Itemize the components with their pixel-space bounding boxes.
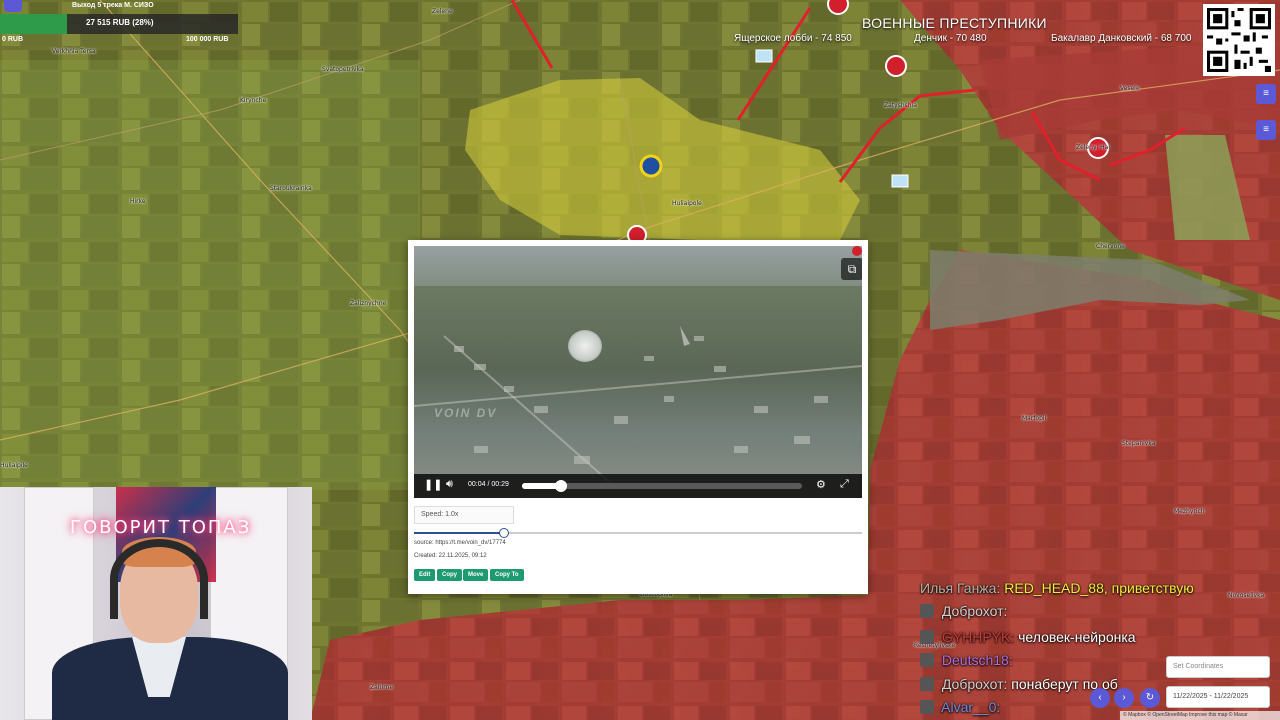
back-icon[interactable]: ‹: [1090, 688, 1110, 708]
place-label: Hirke: [130, 198, 146, 205]
neon-sign: ГОВОРИТ ТОПАЗ: [70, 517, 252, 538]
speed-slider-track: [414, 532, 504, 534]
forward-icon[interactable]: ›: [1114, 688, 1134, 708]
video-popup: VOIN DV ⧉ ❚❚ 🔊︎ 00:04 / 00:29 ⚙ ⤢ Speed:…: [408, 240, 868, 594]
goal-progress-fill: [0, 14, 67, 34]
speed-label: Speed: 1.0x: [414, 506, 514, 524]
streamer-webcam: ГОВОРИТ ТОПАЗ: [0, 487, 312, 720]
place-label: Zaliznychne: [350, 300, 387, 307]
shame-entry: Денчик - 70 480: [914, 33, 987, 44]
envelope-icon[interactable]: [755, 49, 773, 63]
seek-knob[interactable]: [554, 480, 567, 492]
place-label: Huliaipile: [0, 462, 28, 469]
envelope-icon[interactable]: [891, 174, 909, 188]
video-time: 00:04 / 00:29: [468, 481, 509, 488]
chat-username: GYHHPYK:: [941, 629, 1015, 645]
video-watermark: VOIN DV: [434, 406, 498, 420]
place-label: Zatyshshia: [884, 102, 917, 109]
avatar: [920, 604, 934, 618]
coordinates-input[interactable]: Set Coordinates: [1166, 656, 1270, 678]
avatar: [920, 653, 934, 667]
ukraine-unit-marker[interactable]: [639, 154, 663, 178]
place-label: Huliaipole: [672, 200, 702, 207]
place-label: Mezhyrich: [1174, 508, 1205, 515]
place-label: Chervone: [1096, 243, 1125, 250]
layers-button[interactable]: ≡: [1256, 84, 1276, 104]
goal-max: 100 000 RUB: [186, 36, 229, 43]
headphones: [110, 539, 208, 619]
avatar: [920, 677, 934, 691]
chat-message: Alvar__0:: [920, 699, 1000, 715]
qr-code-pattern: [1207, 8, 1271, 72]
map-attribution[interactable]: © Mapbox © OpenStreetMap Improve this ma…: [1120, 711, 1280, 720]
place-label: Kirynche: [240, 97, 267, 104]
chat-text: человек-нейронка: [1018, 629, 1136, 645]
chat-username: Deutsch18:: [941, 652, 1013, 668]
goal-amount: 27 515 RUB (28%): [86, 18, 154, 27]
edit-button[interactable]: Edit: [414, 569, 436, 581]
move-button[interactable]: Move: [463, 569, 489, 581]
video-houses: [414, 326, 862, 487]
chat-message: Илья Ганжа: RED_HEAD_88, приветствую: [920, 580, 1194, 596]
explosion-smoke: [568, 330, 602, 362]
chat-message: Доброхот: понаберут по об: [920, 676, 1118, 692]
volume-icon[interactable]: 🔊︎: [446, 478, 453, 491]
place-label: Zelenyi Hai: [1076, 144, 1110, 151]
gear-icon[interactable]: ⚙: [816, 478, 826, 491]
video-created: Created: 22.11.2025, 09:12: [414, 553, 487, 559]
menu-button[interactable]: ≡: [1256, 120, 1276, 140]
goal-badge: [4, 0, 22, 12]
place-label: Marfopil: [1022, 415, 1047, 422]
shame-entry: Бакалавр Данковский - 68 700: [1051, 33, 1192, 44]
shame-entry: Ящерское лобби - 74 850: [734, 33, 852, 44]
goal-title: Выход 5 трека М. СИЗО: [72, 2, 154, 9]
avatar: [920, 630, 934, 644]
chat-username: Илья Ганжа:: [920, 580, 1001, 596]
pause-icon[interactable]: ❚❚: [424, 478, 442, 491]
place-label: Staroukrainka: [270, 185, 312, 192]
flag-marker[interactable]: [885, 55, 907, 77]
place-label: Vesele: [1120, 85, 1140, 92]
fullscreen-icon[interactable]: ⤢: [840, 478, 849, 491]
chat-text: RED_HEAD_88, приветствую: [1004, 580, 1194, 596]
video-controls: ❚❚ 🔊︎ 00:04 / 00:29 ⚙ ⤢: [414, 474, 862, 498]
date-range-picker[interactable]: 11/22/2025 - 11/22/2025: [1166, 686, 1270, 708]
shame-board-title: ВОЕННЫЕ ПРЕСТУПНИКИ: [862, 15, 1047, 31]
chat-username: Alvar__0:: [941, 699, 1001, 715]
place-label: Zelene: [432, 8, 453, 15]
marker-top[interactable]: [827, 0, 849, 15]
avatar: [920, 700, 934, 714]
chat-username: Доброхот:: [941, 676, 1008, 692]
speed-slider[interactable]: [414, 528, 862, 538]
place-label: Verkhnia Tersa: [52, 48, 96, 55]
chat-message: Deutsch18:: [920, 652, 1013, 668]
place-label: Zahirne: [370, 684, 394, 691]
video-source[interactable]: source: https://t.me/voin_dv/17774: [414, 540, 506, 546]
place-label: Stepanivka: [1122, 440, 1156, 447]
video-frame[interactable]: VOIN DV ⧉: [414, 246, 862, 498]
copy-button[interactable]: Copy: [437, 569, 462, 581]
seek-bar[interactable]: [522, 480, 802, 492]
close-icon[interactable]: [852, 246, 862, 256]
goal-min: 0 RUB: [2, 36, 24, 43]
chat-username: Доброхот:: [941, 603, 1008, 619]
copy-to-button[interactable]: Copy To: [490, 569, 524, 581]
place-label: Svatopetrivka: [322, 66, 364, 73]
refresh-icon[interactable]: ↻: [1140, 688, 1160, 708]
qr-code: [1203, 4, 1275, 76]
chat-message: Доброхот:: [920, 603, 1007, 619]
place-label: Novoselivka: [1228, 592, 1265, 599]
donation-goal-widget: Выход 5 трека М. СИЗО 27 515 RUB (28%) 0…: [0, 0, 238, 46]
picture-in-picture-icon[interactable]: ⧉: [841, 258, 862, 280]
chat-message: GYHHPYK: человек-нейронка: [920, 629, 1136, 645]
speed-slider-knob[interactable]: [498, 528, 509, 538]
